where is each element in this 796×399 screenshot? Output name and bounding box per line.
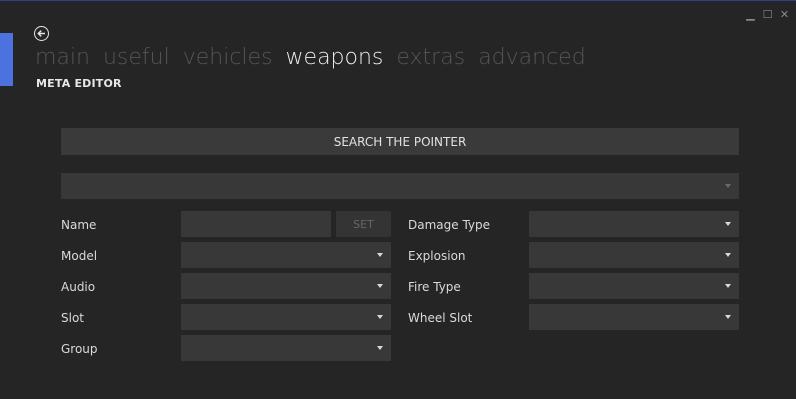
slot-select[interactable] (181, 304, 391, 330)
accent-bar (0, 33, 13, 86)
group-label: Group (61, 342, 98, 356)
chevron-down-icon (725, 315, 731, 319)
fire-type-select[interactable] (529, 273, 739, 299)
tab-main[interactable]: main (35, 43, 90, 73)
tab-advanced[interactable]: advanced (478, 43, 586, 73)
wheel-slot-label: Wheel Slot (408, 311, 473, 325)
audio-select[interactable] (181, 273, 391, 299)
wheel-slot-select[interactable] (529, 304, 739, 330)
chevron-down-icon (377, 315, 383, 319)
maximize-icon[interactable]: ☐ (762, 9, 773, 20)
chevron-down-icon (725, 284, 731, 288)
chevron-down-icon (725, 222, 731, 226)
tab-extras[interactable]: extras (396, 43, 465, 73)
group-select[interactable] (181, 335, 391, 361)
nav-tabs: main useful vehicles weapons extras adva… (35, 43, 599, 73)
model-select[interactable] (181, 242, 391, 268)
audio-label: Audio (61, 280, 96, 294)
tab-vehicles[interactable]: vehicles (183, 43, 273, 73)
search-pointer-button[interactable]: SEARCH THE POINTER (61, 128, 739, 155)
explosion-select[interactable] (529, 242, 739, 268)
chevron-down-icon (377, 284, 383, 288)
chevron-down-icon (725, 184, 731, 188)
tab-weapons[interactable]: weapons (286, 43, 384, 73)
name-label: Name (61, 218, 97, 232)
minimize-icon[interactable]: ▁ (745, 9, 756, 20)
chevron-down-icon (377, 346, 383, 350)
name-input[interactable] (181, 211, 331, 237)
set-button[interactable]: SET (336, 211, 391, 237)
back-button[interactable] (34, 26, 49, 41)
close-icon[interactable]: ✕ (779, 9, 790, 20)
back-arrow-icon (37, 30, 45, 37)
tab-useful[interactable]: useful (103, 43, 170, 73)
slot-label: Slot (61, 311, 84, 325)
model-label: Model (61, 249, 98, 263)
explosion-label: Explosion (408, 249, 466, 263)
window-controls: ▁ ☐ ✕ (745, 9, 790, 20)
chevron-down-icon (725, 253, 731, 257)
damage-type-label: Damage Type (408, 218, 491, 232)
pointer-select[interactable] (61, 173, 739, 199)
page-title: META EDITOR (36, 77, 122, 90)
fire-type-label: Fire Type (408, 280, 461, 294)
damage-type-select[interactable] (529, 211, 739, 237)
chevron-down-icon (377, 253, 383, 257)
window-top-border (0, 0, 796, 1)
